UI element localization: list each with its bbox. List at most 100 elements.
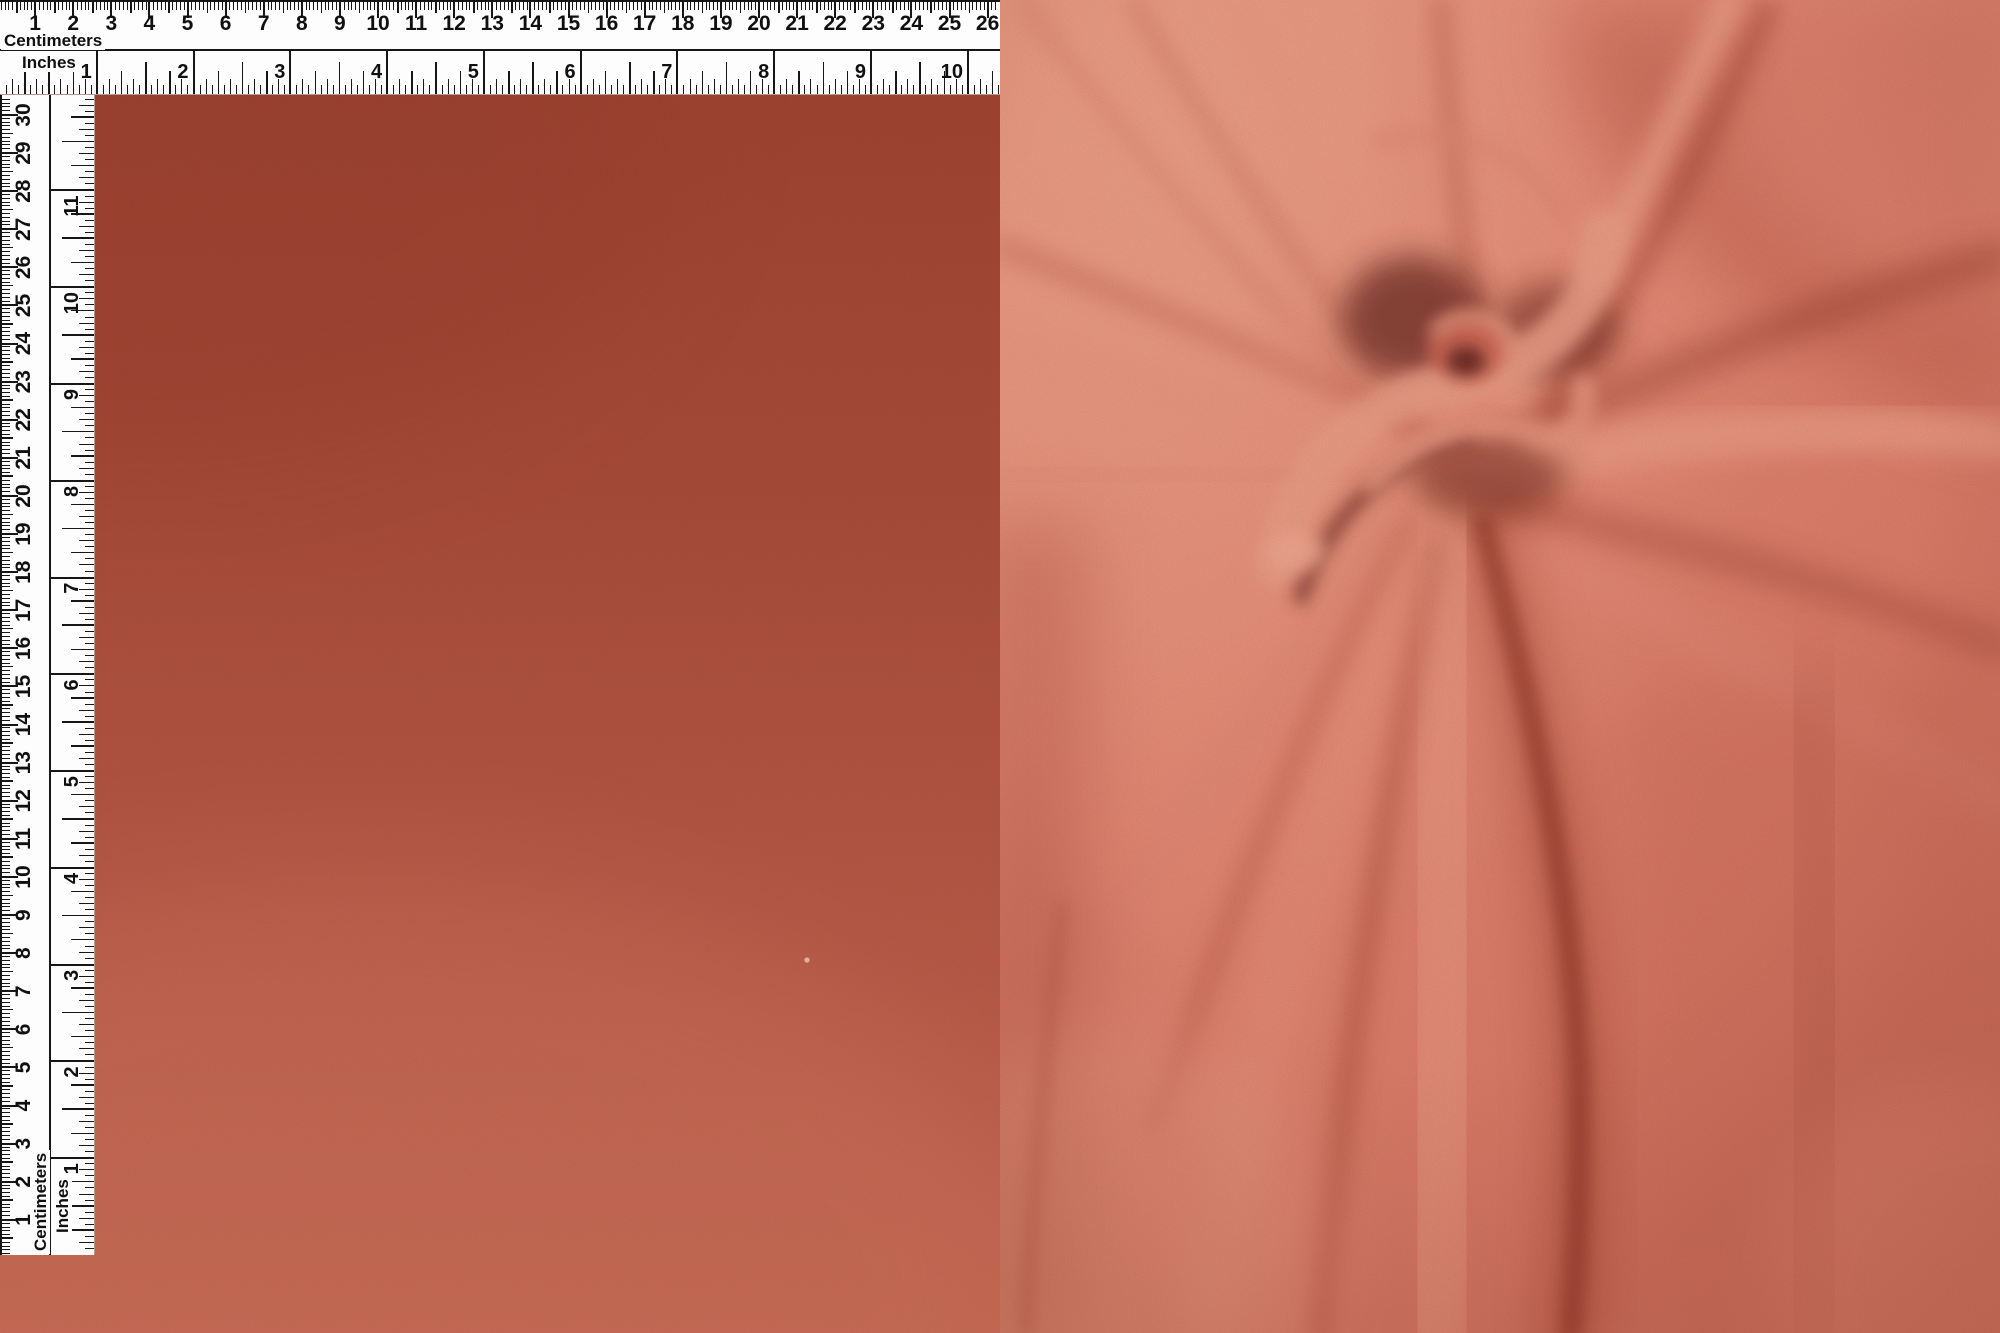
eighth-inch-tick	[520, 79, 521, 95]
mm-tick	[0, 289, 10, 290]
mm-tick	[0, 1006, 10, 1007]
mm-tick	[961, 0, 962, 10]
mm-tick	[370, 0, 371, 10]
sixteenth-inch-tick	[720, 85, 721, 95]
mm-tick	[0, 232, 10, 233]
half-cm-tick	[0, 399, 13, 401]
cm-number: 5	[174, 13, 202, 34]
mm-tick	[24, 0, 25, 10]
eighth-inch-tick	[79, 1000, 95, 1001]
mm-tick	[824, 0, 825, 10]
mm-tick	[0, 506, 10, 507]
mm-tick	[694, 0, 695, 10]
cm-number: 18	[13, 558, 34, 586]
sixteenth-inch-tick	[85, 1236, 95, 1237]
mm-tick	[0, 491, 10, 492]
mm-tick	[107, 0, 108, 10]
cm-number: 30	[13, 101, 34, 129]
half-inch-tick	[62, 528, 95, 530]
mm-tick	[477, 0, 478, 10]
mm-tick	[0, 792, 10, 793]
mm-tick	[0, 1135, 10, 1136]
mm-tick	[401, 0, 402, 10]
sixteenth-inch-tick	[175, 85, 176, 95]
quarter-inch-tick	[71, 552, 95, 554]
mm-tick	[0, 270, 10, 271]
mm-tick	[0, 251, 10, 252]
mm-tick	[214, 0, 215, 10]
mm-tick	[0, 594, 10, 595]
mm-tick	[393, 0, 394, 10]
half-cm-tick	[0, 361, 13, 363]
cm-number: 8	[13, 939, 34, 967]
mm-tick	[0, 1166, 10, 1167]
mm-tick	[0, 365, 10, 366]
half-cm-tick	[16, 0, 18, 13]
mm-tick	[622, 0, 623, 10]
mm-tick	[0, 1078, 10, 1079]
eighth-inch-tick	[79, 274, 95, 275]
half-inch-tick	[62, 141, 95, 143]
inch-number: 6	[554, 62, 576, 82]
mm-tick	[0, 701, 10, 702]
eighth-inch-tick	[79, 661, 95, 662]
mm-tick	[538, 0, 539, 10]
sixteenth-inch-tick	[85, 147, 95, 148]
mm-tick	[0, 1101, 10, 1102]
mm-tick	[0, 484, 10, 485]
mm-tick	[0, 785, 10, 786]
half-cm-tick	[0, 933, 13, 935]
mm-tick	[553, 0, 554, 10]
mm-tick	[469, 0, 470, 10]
sixteenth-inch-tick	[877, 85, 878, 95]
sixteenth-inch-tick	[85, 450, 95, 451]
sixteenth-inch-tick	[85, 958, 95, 959]
mm-tick	[0, 1116, 10, 1117]
mm-tick	[0, 746, 10, 747]
mm-tick	[66, 0, 67, 10]
quarter-inch-tick	[508, 71, 510, 95]
mm-tick	[0, 529, 10, 530]
sixteenth-inch-tick	[85, 413, 95, 414]
mm-tick	[0, 739, 10, 740]
half-cm-tick	[702, 0, 704, 13]
mm-tick	[355, 0, 356, 10]
sixteenth-inch-tick	[85, 1018, 95, 1019]
eighth-inch-tick	[835, 79, 836, 95]
sixteenth-inch-tick	[85, 1139, 95, 1140]
sixteenth-inch-tick	[696, 85, 697, 95]
mm-tick	[0, 156, 10, 157]
eighth-inch-tick	[327, 79, 328, 95]
cm-number: 6	[13, 1015, 34, 1043]
half-inch-tick	[62, 1012, 95, 1014]
eighth-inch-tick	[79, 419, 95, 420]
mm-tick	[980, 0, 981, 10]
sixteenth-inch-tick	[42, 85, 43, 95]
mm-tick	[0, 1040, 10, 1041]
sixteenth-inch-tick	[85, 244, 95, 245]
quarter-inch-tick	[895, 71, 897, 95]
mm-tick	[0, 945, 10, 946]
mm-tick	[279, 0, 280, 10]
half-inch-tick	[62, 334, 95, 336]
sixteenth-inch-tick	[345, 85, 346, 95]
mm-tick	[0, 103, 10, 104]
cm-number: 23	[859, 13, 887, 34]
mm-tick	[0, 731, 10, 732]
mm-tick	[275, 0, 276, 10]
sixteenth-inch-tick	[85, 486, 95, 487]
sixteenth-inch-tick	[381, 85, 382, 95]
mm-tick	[0, 1215, 10, 1216]
half-cm-tick	[854, 0, 856, 13]
mm-tick	[580, 0, 581, 10]
mm-tick	[763, 0, 764, 10]
sixteenth-inch-tick	[224, 85, 225, 95]
quarter-inch-tick	[218, 71, 220, 95]
mm-tick	[0, 274, 10, 275]
sixteenth-inch-tick	[85, 1103, 95, 1104]
half-cm-tick	[0, 628, 13, 630]
eighth-inch-tick	[206, 79, 207, 95]
mm-tick	[0, 186, 10, 187]
sixteenth-inch-tick	[550, 85, 551, 95]
mm-tick	[0, 503, 10, 504]
